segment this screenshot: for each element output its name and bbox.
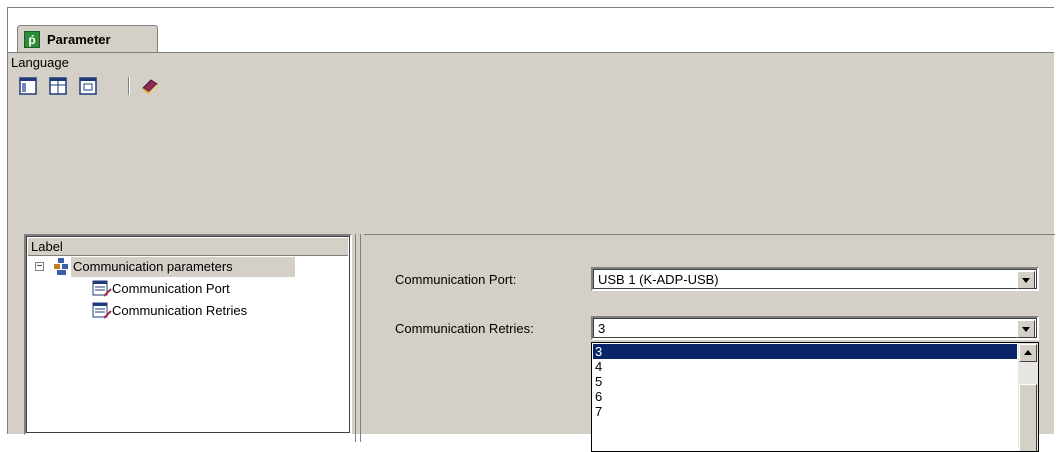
book-icon[interactable] — [140, 76, 160, 96]
communication-retries-select[interactable]: 3 — [591, 316, 1039, 340]
scrollbar-thumb[interactable] — [1019, 384, 1037, 451]
retries-value: 3 — [598, 321, 606, 336]
retries-dropdown-list: 3 4 5 6 7 — [591, 342, 1039, 452]
tree-root-row[interactable]: − Communication parameters — [32, 257, 295, 279]
folder-tree-icon — [53, 258, 69, 279]
dropdown-option[interactable]: 3 — [593, 344, 1017, 359]
parameter-icon — [92, 280, 112, 301]
layout-form-icon[interactable] — [78, 76, 98, 96]
tree-header-label: Label — [31, 239, 63, 254]
dropdown-option[interactable]: 4 — [593, 359, 1017, 374]
chevron-down-icon[interactable] — [1017, 271, 1035, 289]
layout-table-icon[interactable] — [48, 76, 68, 96]
tree-item-label: Communication Port — [112, 281, 230, 296]
tree-item-label: Communication Retries — [112, 303, 248, 318]
tab-strip: ṕ Parameter — [8, 8, 1054, 53]
tree-item-communication-retries[interactable]: Communication Retries — [92, 301, 292, 321]
collapse-icon[interactable]: − — [35, 262, 44, 272]
chevron-down-icon[interactable] — [1017, 320, 1035, 338]
port-value: USB 1 (K-ADP-USB) — [598, 272, 719, 287]
tree-root-label: Communication parameters — [73, 259, 233, 274]
retries-label: Communication Retries: — [395, 321, 534, 336]
parameter-form: Communication Port: USB 1 (K-ADP-USB) Co… — [364, 234, 1055, 452]
communication-port-select[interactable]: USB 1 (K-ADP-USB) — [591, 267, 1039, 291]
panel-splitter[interactable] — [355, 234, 361, 442]
layout-tree-icon[interactable] — [18, 76, 38, 96]
dropdown-scrollbar[interactable] — [1018, 343, 1038, 451]
menu-language[interactable]: Language — [11, 55, 69, 70]
parameter-window: ṕ Parameter Language Label − Communicati… — [7, 7, 1055, 452]
parameter-icon — [92, 302, 112, 323]
chevron-up-icon[interactable] — [1019, 344, 1037, 362]
tree-column-header[interactable]: Label — [28, 238, 348, 256]
tree-item-communication-port[interactable]: Communication Port — [92, 279, 292, 299]
pf-app-icon: ṕ — [24, 31, 40, 48]
port-label: Communication Port: — [395, 272, 517, 287]
toolbar-separator — [128, 77, 130, 95]
tab-parameter[interactable]: ṕ Parameter — [17, 25, 158, 53]
tab-label: Parameter — [47, 32, 111, 47]
dropdown-option[interactable]: 5 — [593, 374, 1017, 389]
toolbar — [8, 74, 1054, 98]
tree-panel: Label − Communication parameters Communi… — [24, 234, 352, 435]
dropdown-option[interactable]: 6 — [593, 389, 1017, 404]
menu-bar: Language — [8, 52, 1054, 73]
dropdown-option[interactable]: 7 — [593, 404, 1017, 419]
